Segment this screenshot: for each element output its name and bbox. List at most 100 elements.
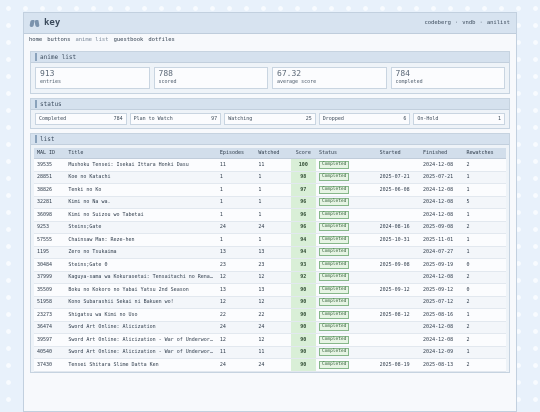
table-row[interactable]: 40540 Sword Art Online: Alicization - War… [34, 346, 506, 359]
status-count: 784 [113, 116, 123, 122]
status-on-hold[interactable]: On-Hold 1 [413, 113, 505, 125]
table-cell: 12 [216, 296, 256, 309]
status-badge: Completed [318, 285, 350, 294]
top-bar: key codeberg · vndb · anilist [24, 13, 516, 34]
table-cell [376, 346, 421, 359]
column-header[interactable]: Status [315, 148, 377, 159]
status-label: Watching [228, 116, 253, 122]
stat-label: completed [395, 79, 423, 85]
status-badge: Completed [318, 248, 350, 257]
title-cell: Kono Subarashii Sekai ni Bakuen wo! [65, 296, 217, 309]
title-cell: Shigatsu wa Kimi no Uso [65, 308, 217, 322]
table-row[interactable]: 30484 Steins;Gate 0 23 23 93 Completed 2025-09… [34, 258, 506, 272]
score-cell: 94 [290, 246, 316, 259]
site-brand[interactable]: key [30, 18, 60, 28]
table-cell [376, 333, 421, 347]
table-cell: 1 [255, 196, 291, 209]
link-codeberg[interactable]: codeberg [424, 20, 451, 26]
status-cell: Completed [315, 308, 377, 322]
status-badge: Completed [318, 198, 350, 207]
anime-list-title: anime list [40, 53, 77, 61]
link-anilist[interactable]: anilist [487, 20, 510, 26]
table-cell: 23 [255, 258, 291, 272]
heading-accent [35, 53, 37, 61]
status-cell: Completed [315, 158, 377, 172]
nav-buttons[interactable]: buttons [47, 37, 70, 47]
column-header[interactable]: Finished [420, 148, 464, 159]
status-cell: Completed [315, 221, 377, 234]
status-plan-to-watch[interactable]: Plan to Watch 97 [129, 113, 222, 125]
status-label: Completed [39, 116, 67, 122]
status-heading: status [31, 99, 509, 110]
status-dropped[interactable]: Dropped 6 [318, 113, 411, 125]
column-header[interactable]: Started [376, 148, 421, 159]
status-watching[interactable]: Watching 25 [224, 113, 316, 125]
table-cell: 1195 [34, 246, 66, 259]
external-links: codeberg · vndb · anilist [424, 20, 510, 26]
title-cell: Steins;Gate [65, 221, 217, 234]
table-row[interactable]: 23273 Shigatsu wa Kimi no Uso 22 22 90 Comple… [34, 308, 506, 322]
score-cell: 90 [290, 283, 316, 297]
link-vndb[interactable]: vndb [462, 20, 475, 26]
table-cell: 12 [216, 333, 256, 347]
nav-anime-list[interactable]: anime list [75, 37, 108, 47]
table-cell: 9253 [34, 221, 66, 234]
table-cell: 2025-07-12 [420, 296, 464, 309]
table-cell: 11 [255, 158, 291, 172]
table-row[interactable]: 39597 Sword Art Online: Alicization - War… [34, 333, 506, 347]
table-cell: 23273 [34, 308, 66, 322]
title-cell: Mushoku Tensei: Isekai Ittara Honki Dasu [65, 158, 217, 172]
table-row[interactable]: 57555 Chainsaw Man: Reze-hen 1 1 94 Completed… [34, 233, 506, 247]
main-nav: home buttons anime list guestbook dotfil… [24, 34, 516, 47]
anime-list-heading: anime list [31, 52, 509, 63]
table-row[interactable]: 37430 Tensei Shitara Slime Datta Ken 24 24 9… [34, 358, 506, 372]
table-cell [376, 246, 421, 259]
score-cell: 90 [290, 296, 316, 309]
score-cell: 90 [290, 321, 316, 334]
status-cell: Completed [315, 196, 377, 209]
table-row[interactable]: 37999 Kaguya-sama wa Kokurasetai: Tensait… [34, 271, 506, 284]
column-header[interactable]: MAL ID [34, 148, 66, 159]
column-header[interactable]: Episodes [216, 148, 256, 159]
table-cell [376, 208, 421, 222]
table-cell: 35509 [34, 283, 66, 297]
table-cell: 2025-08-19 [376, 358, 421, 372]
stat-label: entries [40, 79, 62, 85]
table-cell: 1 [255, 171, 291, 184]
status-label: On-Hold [417, 116, 439, 122]
table-cell: 24 [255, 321, 291, 334]
table-row[interactable]: 36474 Sword Art Online: Alicization 24 24 90… [34, 321, 506, 334]
table-cell: 37430 [34, 358, 66, 372]
column-header[interactable]: Rewatches [463, 148, 506, 159]
status-badge: Completed [318, 335, 350, 344]
table-row[interactable]: 9253 Steins;Gate 24 24 96 Completed 2024-08-16… [34, 221, 506, 234]
table-row[interactable]: 32281 Kimi no Na wa. 1 1 96 Completed 2024-12-… [34, 196, 506, 209]
column-header[interactable]: Watched [255, 148, 291, 159]
table-cell: 22 [255, 308, 291, 322]
table-row[interactable]: 28851 Koe no Katachi 1 1 98 Completed 2025-07-… [34, 171, 506, 184]
table-cell: 12 [216, 271, 256, 284]
status-count: 6 [403, 116, 407, 122]
table-cell [376, 158, 421, 172]
table-cell: 24 [255, 358, 291, 372]
nav-dotfiles[interactable]: dotfiles [148, 37, 175, 47]
column-header[interactable]: Title [65, 148, 217, 159]
nav-home[interactable]: home [29, 37, 42, 47]
table-cell: 2025-07-21 [420, 171, 464, 184]
table-row[interactable]: 51958 Kono Subarashii Sekai ni Bakuen wo!… [34, 296, 506, 309]
table-cell: 11 [255, 346, 291, 359]
table-cell: 2 [463, 296, 506, 309]
column-header[interactable]: Score [290, 148, 316, 159]
table-cell: 12 [255, 296, 291, 309]
table-row[interactable]: 1195 Zero no Tsukaima 13 13 94 Completed 2024-… [34, 246, 506, 259]
table-row[interactable]: 36098 Kimi no Suizou wo Tabetai 1 1 96 Comple… [34, 208, 506, 222]
table-cell: 2024-12-08 [420, 158, 464, 172]
table-row[interactable]: 39535 Mushoku Tensei: Isekai Ittara Honki… [34, 158, 506, 172]
nav-guestbook[interactable]: guestbook [114, 37, 144, 47]
table-cell: 24 [255, 221, 291, 234]
table-row[interactable]: 38826 Tenki no Ko 1 1 97 Completed 2025-06-08 2… [34, 183, 506, 197]
table-cell: 24 [216, 321, 256, 334]
table-cell [376, 321, 421, 334]
table-row[interactable]: 35509 Boku no Kokoro no Yabai Yatsu 2nd S… [34, 283, 506, 297]
status-completed[interactable]: Completed 784 [35, 113, 127, 125]
